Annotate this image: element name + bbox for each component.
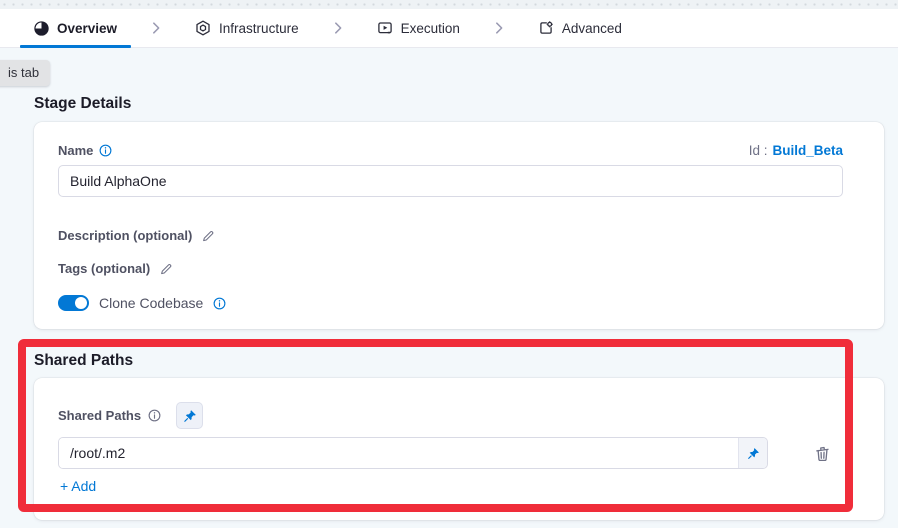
name-label: Name <box>58 143 93 158</box>
shared-paths-card: Shared Paths <box>34 378 884 520</box>
info-icon[interactable] <box>213 297 226 310</box>
stage-id-value: Build_Beta <box>772 143 843 158</box>
infrastructure-icon <box>195 20 211 36</box>
tab-execution-label: Execution <box>401 21 460 36</box>
stage-config-tab-bar: Overview Infrastructure Execution <box>0 9 898 48</box>
description-label: Description (optional) <box>58 228 192 243</box>
stage-details-card: Name Id : Build_Beta Description (option… <box>34 122 884 329</box>
edit-pencil-icon[interactable] <box>201 229 215 243</box>
pin-icon[interactable] <box>738 438 767 468</box>
shared-path-input[interactable] <box>59 438 738 468</box>
tab-infrastructure[interactable]: Infrastructure <box>181 9 313 47</box>
add-path-link[interactable]: + Add <box>60 478 96 494</box>
overview-icon <box>34 21 49 36</box>
tab-overview-label: Overview <box>57 21 117 36</box>
tags-label: Tags (optional) <box>58 261 150 276</box>
execution-icon <box>377 20 393 36</box>
chevron-right-icon <box>149 21 163 35</box>
clone-codebase-label: Clone Codebase <box>99 295 203 311</box>
tab-execution[interactable]: Execution <box>363 9 474 47</box>
info-icon[interactable] <box>148 409 161 422</box>
stage-name-input[interactable] <box>58 165 843 197</box>
tab-overview[interactable]: Overview <box>20 9 131 47</box>
info-icon[interactable] <box>99 144 112 157</box>
tooltip-fragment: is tab <box>0 60 50 86</box>
clone-codebase-toggle[interactable] <box>58 295 89 311</box>
stage-details-heading: Stage Details <box>34 95 131 113</box>
pin-all-button[interactable] <box>176 402 203 429</box>
tab-infrastructure-label: Infrastructure <box>219 21 299 36</box>
chevron-right-icon <box>492 21 506 35</box>
shared-paths-label: Shared Paths <box>58 408 141 423</box>
chevron-right-icon <box>331 21 345 35</box>
tab-advanced-label: Advanced <box>562 21 622 36</box>
advanced-icon <box>538 20 554 36</box>
shared-path-input-wrap <box>58 437 768 469</box>
stage-id-label: Id : <box>749 143 768 158</box>
edit-pencil-icon[interactable] <box>159 262 173 276</box>
delete-path-button[interactable] <box>811 442 833 464</box>
shared-paths-heading: Shared Paths <box>34 352 133 370</box>
tab-advanced[interactable]: Advanced <box>524 9 636 47</box>
pipeline-canvas-strip <box>0 0 898 9</box>
